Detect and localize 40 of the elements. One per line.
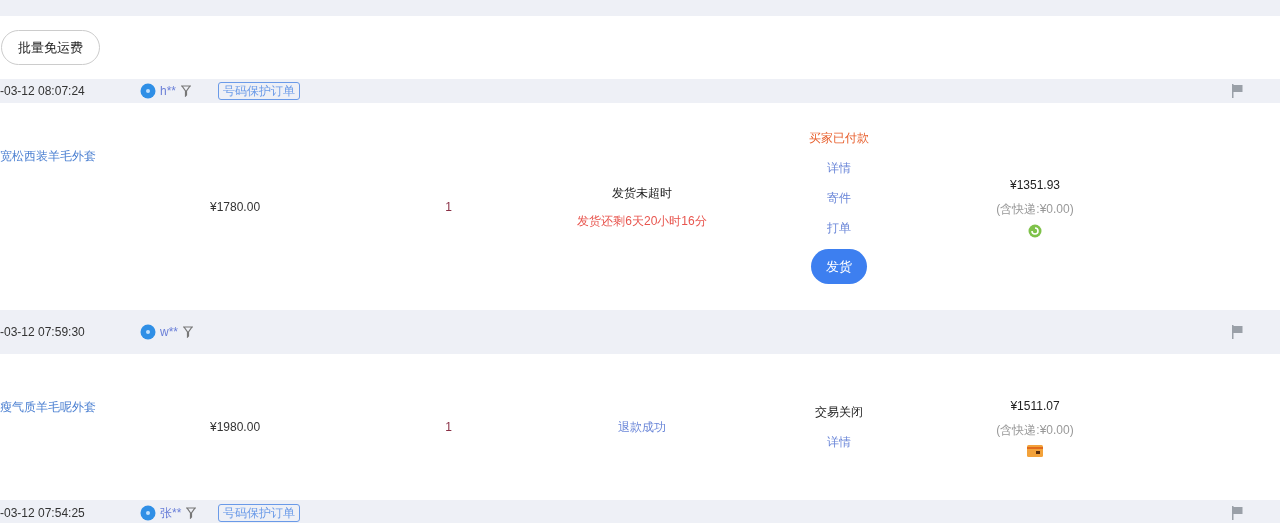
action-link[interactable]: 详情 (826, 159, 851, 177)
order-time: -03-12 08:07:24 (0, 83, 86, 100)
shipping-status: 发货未超时 (612, 184, 672, 202)
buyer-name[interactable]: 张** (160, 504, 182, 522)
filter-icon[interactable] (180, 85, 192, 97)
product-title[interactable]: 宽松西装羊毛外套 (0, 149, 96, 163)
order-tag: 号码保护订单 (218, 504, 300, 522)
buyer-name[interactable]: h** (160, 82, 176, 100)
flag-icon[interactable] (1231, 506, 1243, 520)
order-total: ¥1511.07 (1010, 398, 1060, 415)
quantity: 1 (445, 419, 452, 436)
filter-icon[interactable] (182, 326, 194, 338)
freight-note: (含快递:¥0.00) (996, 422, 1074, 439)
quantity: 1 (445, 198, 452, 216)
action-link[interactable]: 寄件 (826, 189, 851, 207)
card-icon (1027, 445, 1043, 457)
order-status: 交易关闭 (814, 404, 863, 421)
product-title[interactable]: 瘦气质羊毛呢外套 (0, 400, 96, 414)
action-link[interactable]: 详情 (826, 433, 851, 451)
filter-icon[interactable] (185, 507, 198, 519)
order-time: -03-12 07:54:25 (0, 505, 86, 522)
order-total: ¥1351.93 (1009, 176, 1061, 194)
order-tag: 号码保护订单 (218, 82, 300, 100)
flag-icon[interactable] (1231, 84, 1243, 98)
freight-note: (含快递:¥0.00) (996, 200, 1074, 218)
flag-icon[interactable] (1231, 325, 1243, 339)
order-time: -03-12 07:59:30 (0, 324, 86, 341)
refund-status[interactable]: 退款成功 (618, 418, 666, 436)
unit-price: ¥1780.00 (210, 198, 261, 216)
payment-icon (1028, 223, 1042, 238)
buyer-name[interactable]: w** (160, 323, 178, 341)
unit-price: ¥1980.00 (210, 419, 261, 436)
ship-button[interactable]: 发货 (810, 249, 867, 284)
order-status: 买家已付款 (808, 130, 869, 147)
action-link[interactable]: 打单 (826, 219, 851, 237)
avatar-icon (140, 324, 156, 340)
batch-free-shipping-button[interactable]: 批量免运费 (1, 30, 100, 65)
shipping-status: 发货还剩6天20小时16分 (577, 212, 707, 230)
avatar-icon (140, 505, 156, 521)
avatar-icon (140, 83, 156, 99)
